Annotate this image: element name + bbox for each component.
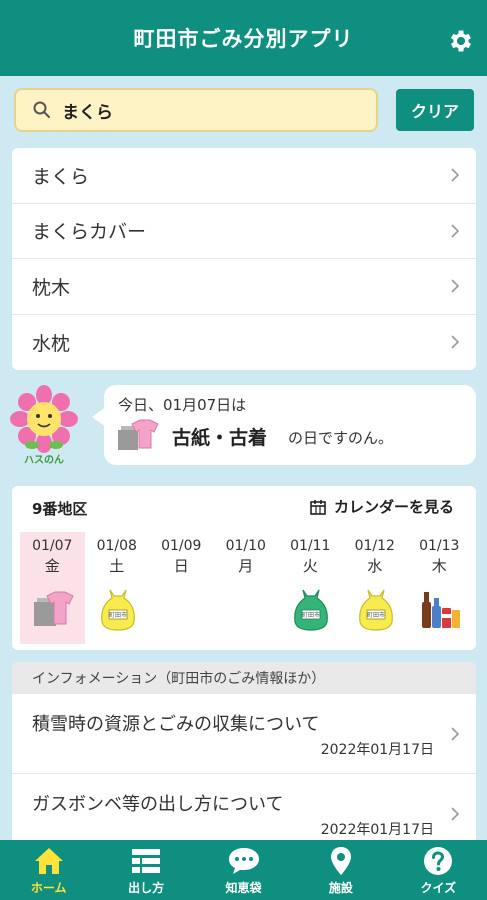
chevron-right-icon — [451, 224, 460, 238]
day-date: 01/12 — [354, 538, 395, 554]
list-item[interactable]: まくら — [12, 148, 476, 204]
gear-icon[interactable] — [447, 27, 475, 55]
nav-facilities[interactable]: 施設 — [292, 840, 389, 900]
day-cell-today[interactable]: 01/07 金 — [20, 532, 85, 644]
info-item-title: ガスボンベ等の出し方について — [32, 794, 284, 815]
day-weekday: 金 — [44, 557, 60, 575]
map-pin-icon — [330, 846, 351, 875]
day-weekday: 水 — [367, 557, 383, 575]
day-cell[interactable]: 01/11 火 町田市 — [278, 532, 343, 644]
app-header: 町田市ごみ分別アプリ — [0, 0, 487, 76]
paper-clothes-icon — [34, 591, 74, 626]
view-calendar-link[interactable]: カレンダーを見る — [310, 496, 454, 517]
nav-tips-label: 知恵袋 — [225, 880, 262, 895]
list-icon — [132, 848, 161, 873]
list-item-label: まくら — [32, 165, 90, 188]
chevron-right-icon — [451, 168, 460, 182]
area-name: 9番地区 — [32, 500, 88, 518]
nav-quiz[interactable]: クイズ — [390, 840, 487, 900]
mascot-flower-icon: ハスのん — [10, 385, 78, 466]
day-cell[interactable]: 01/08 土 町田市 — [85, 532, 150, 644]
list-item[interactable]: まくらカバー — [12, 204, 476, 259]
green-bag-icon: 町田市 — [294, 589, 328, 631]
search-input[interactable] — [62, 100, 362, 120]
day-date: 01/07 — [32, 538, 73, 554]
day-date: 01/09 — [161, 538, 202, 554]
list-item[interactable]: 枕木 — [12, 259, 476, 315]
day-weekday: 日 — [173, 557, 189, 575]
home-icon — [34, 847, 63, 874]
search-box — [14, 88, 378, 132]
paper-clothes-icon — [118, 419, 159, 450]
info-item[interactable]: 積雪時の資源とごみの収集について 2022年01月17日 — [12, 694, 476, 774]
search-results-list: まくら まくらカバー 枕木 水枕 — [12, 148, 476, 370]
info-header: インフォメーション（町田市のごみ情報ほか） — [12, 662, 476, 694]
nav-facilities-label: 施設 — [328, 880, 353, 895]
info-item-title: 積雪時の資源とごみの収集について — [32, 714, 320, 735]
info-item[interactable]: ガスボンベ等の出し方について 2022年01月17日 — [12, 774, 476, 840]
view-calendar-label: カレンダーを見る — [333, 498, 454, 516]
bottles-cans-icon — [422, 592, 460, 628]
day-date: 01/08 — [96, 538, 137, 554]
chevron-right-icon — [451, 807, 460, 821]
calendar-icon — [310, 499, 326, 515]
list-item[interactable]: 水枕 — [12, 315, 476, 371]
nav-home-label: ホーム — [30, 880, 67, 895]
day-cell[interactable]: 01/09 日 — [149, 532, 214, 644]
bottom-nav: ホーム 出し方 知恵袋 施設 クイズ — [0, 840, 487, 900]
nav-quiz-label: クイズ — [420, 880, 457, 895]
search-icon — [33, 101, 50, 118]
chevron-right-icon — [451, 727, 460, 741]
nav-home[interactable]: ホーム — [0, 840, 97, 900]
info-item-date: 2022年01月17日 — [320, 822, 434, 838]
chat-icon — [228, 847, 259, 874]
today-bubble: 今日、01月07日は 古紙・古着 の日ですのん。 — [92, 385, 476, 465]
day-weekday: 木 — [431, 557, 447, 575]
info-item-date: 2022年01月17日 — [320, 742, 434, 758]
yellow-bag-icon: 町田市 — [100, 589, 135, 631]
chevron-right-icon — [451, 335, 460, 349]
nav-tips[interactable]: 知恵袋 — [195, 840, 292, 900]
day-cell[interactable]: 01/10 月 — [214, 532, 279, 644]
list-item-label: 枕木 — [32, 276, 71, 299]
list-item-label: まくらカバー — [32, 221, 147, 244]
days-row: 01/07 金 01/08 土 町田市 01/09 日 01/10 月 01/1… — [20, 532, 472, 644]
day-weekday: 月 — [238, 557, 254, 575]
mascot-name: ハスのん — [24, 454, 64, 466]
info-section: インフォメーション（町田市のごみ情報ほか） 積雪時の資源とごみの収集について 2… — [12, 662, 476, 840]
search-row: クリア — [14, 88, 474, 132]
app-title: 町田市ごみ分別アプリ — [133, 27, 354, 51]
day-cell[interactable]: 01/12 水 町田市 — [343, 532, 408, 644]
bag-label: 町田市 — [108, 611, 126, 619]
yellow-bag-icon: 町田市 — [358, 589, 393, 631]
today-date-text: 今日、01月07日は — [118, 396, 247, 414]
day-date: 01/11 — [290, 538, 331, 554]
question-icon — [424, 846, 453, 875]
day-cell[interactable]: 01/13 木 — [407, 532, 472, 644]
day-weekday: 土 — [109, 557, 125, 575]
list-item-label: 水枕 — [32, 332, 71, 355]
bag-label: 町田市 — [366, 611, 384, 619]
nav-how-to[interactable]: 出し方 — [97, 840, 194, 900]
today-garbage-type: 古紙・古着 — [172, 427, 268, 449]
day-date: 01/10 — [225, 538, 266, 554]
chevron-right-icon — [451, 279, 460, 293]
day-date: 01/13 — [419, 538, 460, 554]
day-weekday: 火 — [302, 557, 318, 575]
today-suffix: の日ですのん。 — [288, 429, 394, 447]
clear-button[interactable]: クリア — [396, 89, 474, 131]
week-calendar: 9番地区 カレンダーを見る 01/07 金 01/08 土 町田市 01/09 … — [12, 486, 476, 650]
nav-how-to-label: 出し方 — [128, 880, 165, 895]
bag-label: 町田市 — [302, 611, 320, 619]
